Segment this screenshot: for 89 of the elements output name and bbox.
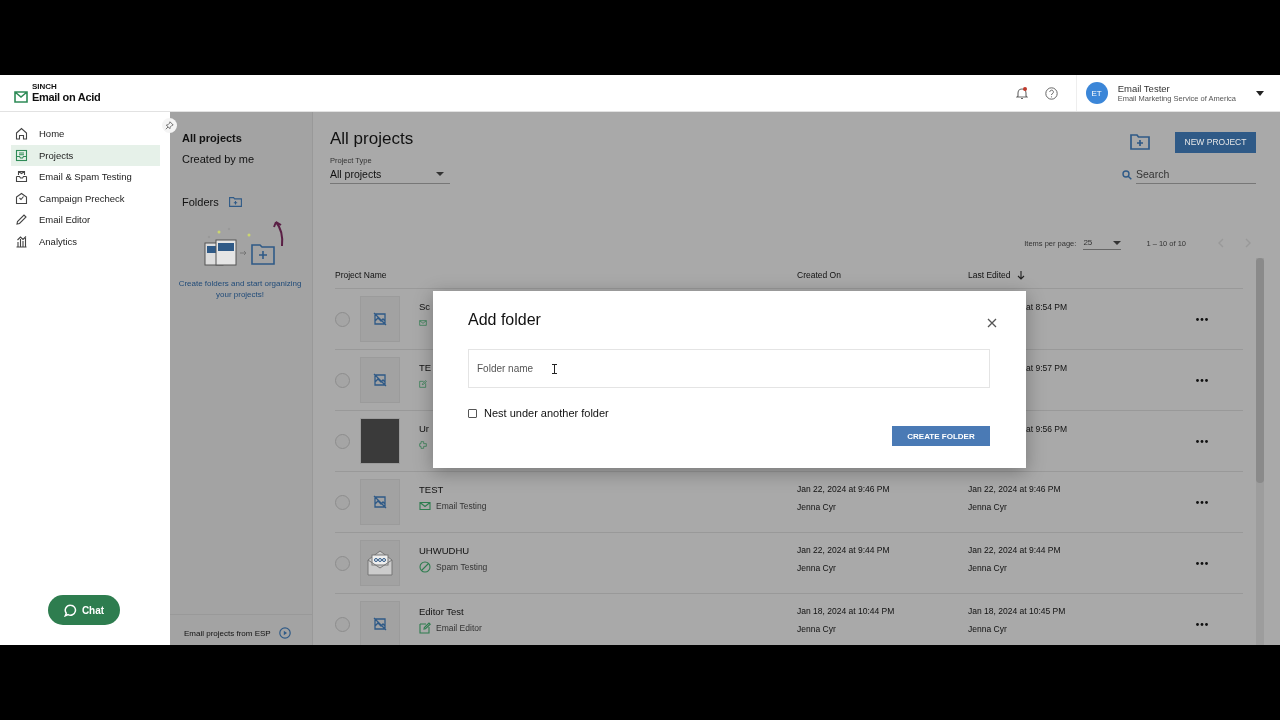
project-type: Spam Testing xyxy=(436,562,488,572)
nest-label: Nest under another folder xyxy=(484,407,609,419)
nav-item[interactable]: Analytics xyxy=(11,230,160,252)
nest-checkbox[interactable] xyxy=(468,408,477,418)
last-edited-date: Jan 22, 2024 at 9:44 PM xyxy=(968,545,1062,555)
dialog-title: Add folder xyxy=(468,311,541,329)
project-type: Email Editor xyxy=(436,623,482,633)
created-by: Jenna Cyr xyxy=(797,563,837,573)
project-type: Email Testing xyxy=(436,501,487,511)
no-image-icon xyxy=(373,373,387,387)
project-name[interactable]: Editor Test xyxy=(419,606,464,617)
items-per-page-select[interactable]: 25 xyxy=(1083,236,1122,250)
project-name[interactable]: Sc xyxy=(419,301,431,312)
view-link[interactable]: All projects xyxy=(182,132,242,153)
more-options-icon[interactable] xyxy=(1196,561,1208,565)
user-name: Email Tester xyxy=(1117,83,1171,94)
nav-item[interactable]: Email & Spam Testing xyxy=(11,166,160,188)
last-edited-date: Jan 18, 2024 at 10:45 PM xyxy=(968,606,1067,616)
last-edited-date: at 9:57 PM xyxy=(1026,362,1069,373)
folders-heading: Folders xyxy=(182,196,219,208)
caret-icon xyxy=(436,172,444,176)
text-cursor-icon xyxy=(552,364,557,374)
project-type-icon xyxy=(419,317,427,329)
caret-icon[interactable] xyxy=(1256,90,1264,96)
last-edited-date: Jan 22, 2024 at 9:46 PM xyxy=(968,484,1062,494)
nav-item[interactable]: Campaign Precheck xyxy=(11,187,160,209)
last-edited-by: Jenna Cyr xyxy=(968,502,1008,512)
no-image-icon xyxy=(373,312,387,326)
more-options-icon[interactable] xyxy=(1196,439,1208,443)
last-edited-by: Jenna Cyr xyxy=(968,624,1008,634)
caret-icon xyxy=(1113,240,1122,245)
no-image-icon xyxy=(373,617,387,631)
logo-envelope-icon xyxy=(14,91,28,103)
column-header[interactable]: Project Name xyxy=(335,270,797,280)
folder-name-field[interactable]: Folder name xyxy=(468,349,990,388)
project-type-icon xyxy=(419,561,431,573)
created-date: Jan 22, 2024 at 9:44 PM xyxy=(797,545,891,555)
add-folder-icon[interactable] xyxy=(1130,134,1150,150)
project-type-icon xyxy=(419,500,431,512)
search-field[interactable]: Search xyxy=(1136,165,1256,184)
envelope-icon xyxy=(365,548,395,578)
last-edited-by: Jenna Cyr xyxy=(968,563,1008,573)
more-options-icon[interactable] xyxy=(1196,622,1208,626)
analytics-icon[interactable] xyxy=(15,234,28,248)
more-options-icon[interactable] xyxy=(1196,378,1208,382)
project-name[interactable]: Ur xyxy=(419,423,430,434)
nav-item[interactable]: Projects xyxy=(11,144,160,166)
user-avatar[interactable]: ET xyxy=(1085,82,1108,104)
project-name[interactable]: UHWUDHU xyxy=(419,545,470,556)
created-by: Jenna Cyr xyxy=(797,624,837,634)
project-name[interactable]: TEST xyxy=(419,484,444,495)
thumbnail-photo-placeholder xyxy=(360,418,400,464)
created-date: Jan 18, 2024 at 10:44 PM xyxy=(797,606,896,616)
close-icon[interactable] xyxy=(987,318,997,328)
column-header[interactable]: Created On xyxy=(797,270,968,280)
sort-down-icon[interactable] xyxy=(1016,270,1025,280)
page-title: All projects xyxy=(330,129,415,149)
chat-button[interactable]: Chat xyxy=(48,595,120,625)
logo-text: Email on Acid xyxy=(32,91,101,103)
created-date: Jan 22, 2024 at 9:46 PM xyxy=(797,484,891,494)
last-edited-date: at 8:54 PM xyxy=(1026,301,1069,312)
project-type-icon xyxy=(419,378,427,390)
view-link[interactable]: Created by me xyxy=(182,153,255,174)
project-name[interactable]: TE xyxy=(419,362,432,373)
create-folder-button[interactable]: CREATE FOLDER xyxy=(892,426,990,446)
scrollbar[interactable] xyxy=(1256,258,1264,645)
project-type-icon xyxy=(419,622,431,634)
column-header[interactable]: Last Edited xyxy=(968,270,1011,280)
more-options-icon[interactable] xyxy=(1196,317,1208,321)
nav-item[interactable]: Home xyxy=(11,123,160,145)
play-icon[interactable] xyxy=(278,627,291,639)
created-by: Jenna Cyr xyxy=(797,502,837,512)
project-type-icon xyxy=(419,439,427,451)
more-options-icon[interactable] xyxy=(1196,500,1208,504)
help-icon[interactable] xyxy=(1044,86,1058,100)
nav-item[interactable]: Email Editor xyxy=(11,209,160,231)
chat-bubble-icon xyxy=(63,603,77,617)
home-icon[interactable] xyxy=(15,127,28,141)
add-folder-icon[interactable] xyxy=(228,197,242,207)
esp-link[interactable]: Email projects from ESP xyxy=(184,628,271,638)
scrollbar-thumb[interactable] xyxy=(1256,258,1264,483)
project-type-select[interactable]: All projects xyxy=(330,165,450,184)
search-icon xyxy=(1122,169,1132,180)
no-image-icon xyxy=(373,495,387,509)
bell-icon[interactable] xyxy=(1015,86,1028,100)
new-project-button[interactable]: NEW PROJECT xyxy=(1175,131,1256,153)
folders-hint: Create folders and start organizing your projects! xyxy=(177,278,303,300)
logo-tagline: SINCH xyxy=(32,83,58,91)
last-edited-date: at 9:56 PM xyxy=(1026,423,1069,434)
